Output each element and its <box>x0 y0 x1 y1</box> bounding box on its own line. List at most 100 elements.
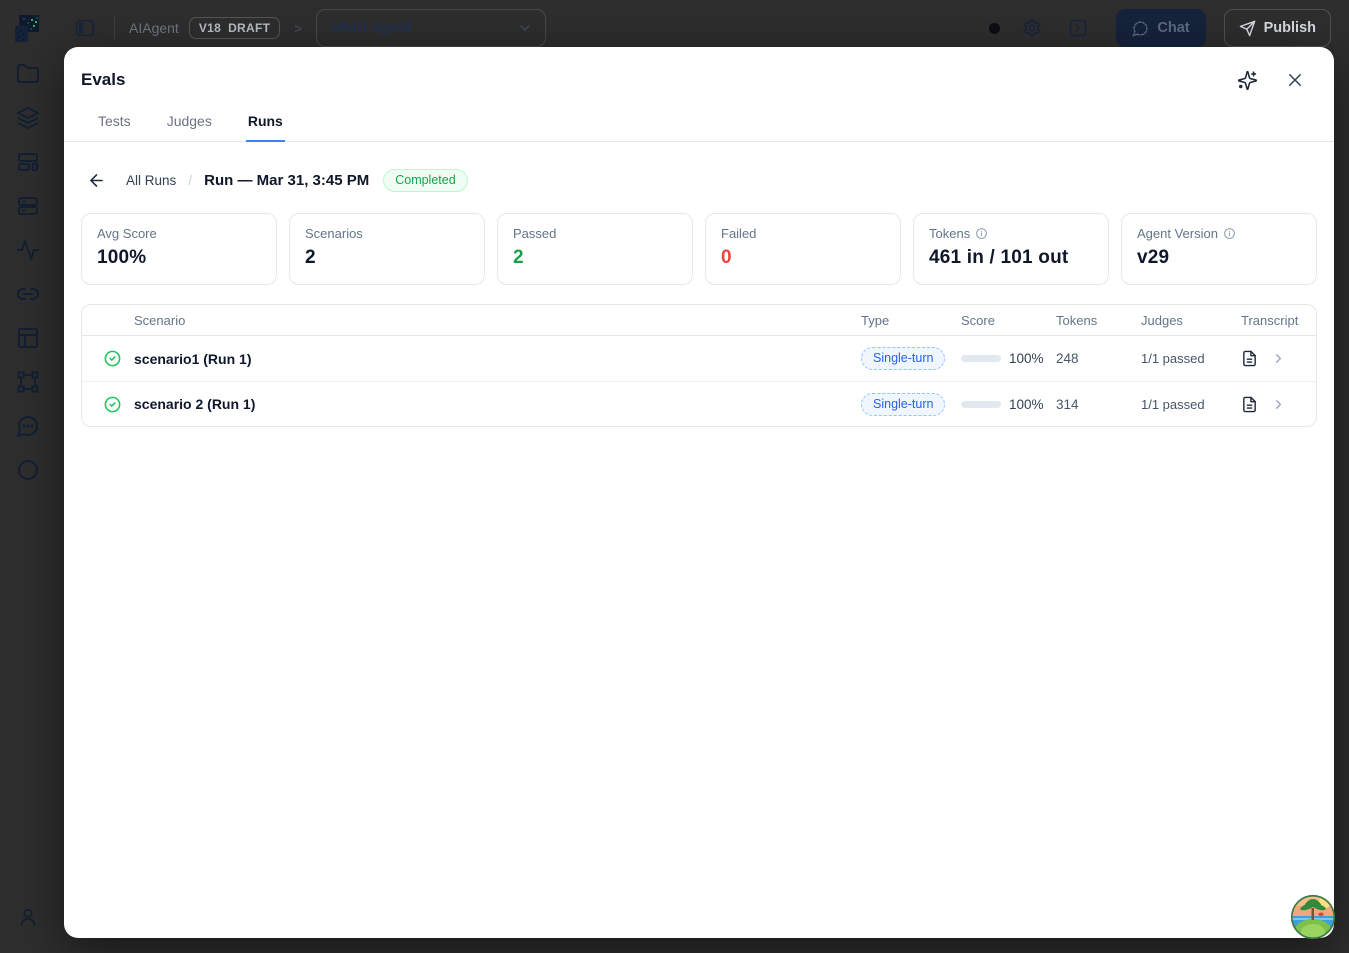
scenario-name: scenario1 (Run 1) <box>127 351 861 367</box>
stat-label: Agent Version <box>1137 226 1218 241</box>
type-badge: Single-turn <box>861 347 945 370</box>
modal-header: Evals <box>64 47 1334 105</box>
message-dots-icon[interactable] <box>10 408 46 444</box>
check-circle-icon <box>82 349 127 368</box>
judges-value: 1/1 passed <box>1141 351 1241 366</box>
run-title: Run — Mar 31, 3:45 PM <box>204 172 369 189</box>
panel-toggle-icon[interactable] <box>70 13 100 43</box>
server-icon[interactable] <box>10 188 46 224</box>
column-header-tokens: Tokens <box>1056 313 1141 328</box>
stat-value: 461 in / 101 out <box>929 247 1093 269</box>
status-badge: Completed <box>383 169 467 192</box>
stat-value: 2 <box>305 247 469 269</box>
column-header-score: Score <box>961 313 1056 328</box>
back-button[interactable] <box>81 165 111 195</box>
stat-label: Passed <box>513 226 556 241</box>
frame-icon[interactable] <box>10 364 46 400</box>
version-label: V18 <box>199 21 221 35</box>
stat-label: Avg Score <box>97 226 157 241</box>
type-badge: Single-turn <box>861 393 945 416</box>
table-header-row: Scenario Type Score Tokens Judges Transc… <box>82 305 1316 336</box>
tab-runs[interactable]: Runs <box>246 105 285 142</box>
activity-icon[interactable] <box>10 232 46 268</box>
stat-card-failed: Failed 0 <box>705 213 901 285</box>
scenarios-table: Scenario Type Score Tokens Judges Transc… <box>81 304 1317 427</box>
score-cell: 100% <box>961 351 1056 366</box>
table-icon[interactable] <box>10 320 46 356</box>
table-row[interactable]: scenario 2 (Run 1) Single-turn 100% 314 … <box>82 381 1316 426</box>
send-icon <box>1239 20 1256 37</box>
publish-button[interactable]: Publish <box>1224 9 1331 47</box>
tokens-value: 248 <box>1056 351 1141 366</box>
circle-icon[interactable] <box>10 452 46 488</box>
score-label: 100% <box>1009 397 1044 412</box>
stat-label: Scenarios <box>305 226 363 241</box>
stat-value: v29 <box>1137 247 1301 269</box>
stat-card-scenarios: Scenarios 2 <box>289 213 485 285</box>
folder-icon[interactable] <box>10 56 46 92</box>
island-badge-icon[interactable] <box>1290 894 1336 940</box>
tokens-value: 314 <box>1056 397 1141 412</box>
chat-bubble-icon <box>1132 20 1149 37</box>
score-cell: 100% <box>961 397 1056 412</box>
app-logo-icon[interactable] <box>0 0 56 56</box>
close-icon[interactable] <box>1284 69 1306 91</box>
sidebar <box>0 56 56 953</box>
publish-button-label: Publish <box>1264 20 1316 36</box>
run-nav: All Runs / Run — Mar 31, 3:45 PM Complet… <box>81 165 1317 195</box>
chevron-right-icon[interactable] <box>1271 351 1286 366</box>
score-bar <box>961 401 1001 408</box>
stat-card-tokens: Tokens 461 in / 101 out <box>913 213 1109 285</box>
table-row[interactable]: scenario1 (Run 1) Single-turn 100% 248 1… <box>82 336 1316 381</box>
layers-icon[interactable] <box>10 100 46 136</box>
agent-selector-value: chat1 agent <box>331 20 412 36</box>
column-header-type: Type <box>861 313 961 328</box>
scenario-name: scenario 2 (Run 1) <box>127 396 861 412</box>
modal-body: All Runs / Run — Mar 31, 3:45 PM Complet… <box>64 142 1334 938</box>
stat-card-agent-version: Agent Version v29 <box>1121 213 1317 285</box>
column-header-judges: Judges <box>1141 313 1241 328</box>
console-icon[interactable] <box>1064 14 1092 42</box>
tab-tests[interactable]: Tests <box>96 105 133 142</box>
tab-judges[interactable]: Judges <box>165 105 214 142</box>
sparkles-icon[interactable] <box>1236 69 1258 91</box>
score-label: 100% <box>1009 351 1044 366</box>
score-bar <box>961 355 1001 362</box>
check-circle-icon <box>82 395 127 414</box>
user-icon[interactable] <box>10 899 46 935</box>
status-dot[interactable] <box>989 23 1000 34</box>
breadcrumb-all-runs[interactable]: All Runs <box>126 173 176 188</box>
chevron-down-icon <box>517 20 533 36</box>
evals-modal: Evals Tests Judges Runs <box>64 47 1334 938</box>
stat-value: 2 <box>513 247 677 269</box>
modal-title: Evals <box>81 70 125 90</box>
agent-selector-dropdown[interactable]: chat1 agent <box>316 9 546 47</box>
file-text-icon[interactable] <box>1241 350 1258 367</box>
link-icon[interactable] <box>10 276 46 312</box>
app-name[interactable]: AIAgent <box>129 20 179 36</box>
stat-card-avg-score: Avg Score 100% <box>81 213 277 285</box>
judges-value: 1/1 passed <box>1141 397 1241 412</box>
stat-label: Failed <box>721 226 756 241</box>
topbar-divider <box>114 17 115 39</box>
chat-button[interactable]: Chat <box>1116 9 1205 47</box>
chat-button-label: Chat <box>1157 20 1189 36</box>
arrow-left-icon <box>87 171 106 190</box>
draft-label: DRAFT <box>228 21 270 35</box>
stats-row: Avg Score 100% Scenarios 2 Passed 2 Fail… <box>81 213 1317 285</box>
breadcrumb-separator: > <box>294 21 302 36</box>
stat-value: 100% <box>97 247 261 269</box>
info-icon[interactable] <box>1223 227 1236 240</box>
file-text-icon[interactable] <box>1241 396 1258 413</box>
breadcrumb-separator: / <box>188 172 192 188</box>
chevron-right-icon[interactable] <box>1271 397 1286 412</box>
column-header-scenario: Scenario <box>127 313 861 328</box>
version-badge[interactable]: V18 DRAFT <box>189 17 280 39</box>
stat-label: Tokens <box>929 226 970 241</box>
stat-value: 0 <box>721 247 885 269</box>
info-icon[interactable] <box>975 227 988 240</box>
column-header-transcript: Transcript <box>1241 313 1316 328</box>
gear-icon[interactable] <box>1018 14 1046 42</box>
dashboard-icon[interactable] <box>10 144 46 180</box>
tabs: Tests Judges Runs <box>64 105 1334 142</box>
